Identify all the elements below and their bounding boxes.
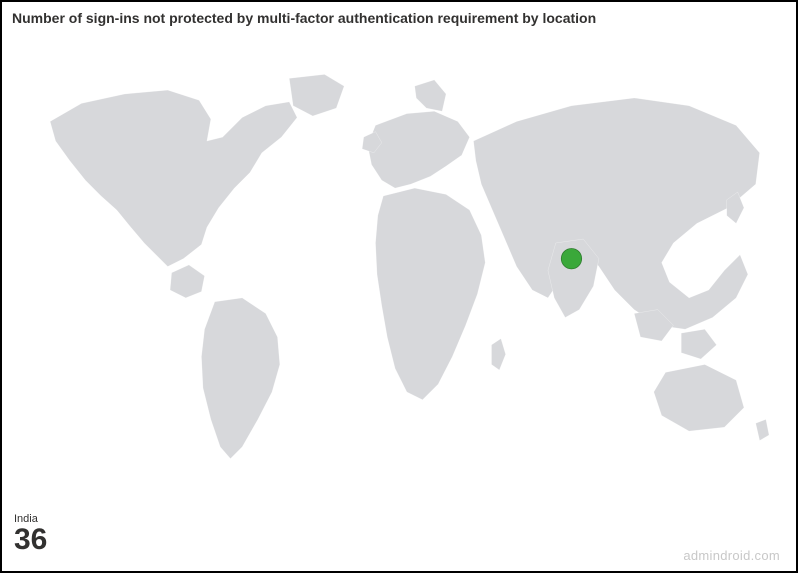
new-zealand <box>756 419 769 440</box>
world-map-svg <box>7 32 791 501</box>
map-marker-india[interactable] <box>561 248 581 268</box>
africa <box>375 188 485 400</box>
chart-title: Number of sign-ins not protected by mult… <box>12 10 596 26</box>
asia <box>473 98 759 329</box>
se-asia-2 <box>681 329 716 359</box>
central-america <box>170 265 204 298</box>
map-chart-card: Number of sign-ins not protected by mult… <box>0 0 798 573</box>
scandinavia <box>415 80 446 111</box>
europe <box>368 111 470 188</box>
watermark-text: admindroid.com <box>683 548 780 563</box>
stat-value-count: 36 <box>14 525 47 555</box>
world-map <box>7 32 791 501</box>
south-america <box>201 298 279 459</box>
stat-block: India 36 <box>14 513 47 555</box>
australia <box>654 365 744 432</box>
madagascar <box>492 339 506 370</box>
north-america <box>50 90 297 266</box>
greenland <box>289 74 344 116</box>
continents-group <box>50 74 769 458</box>
